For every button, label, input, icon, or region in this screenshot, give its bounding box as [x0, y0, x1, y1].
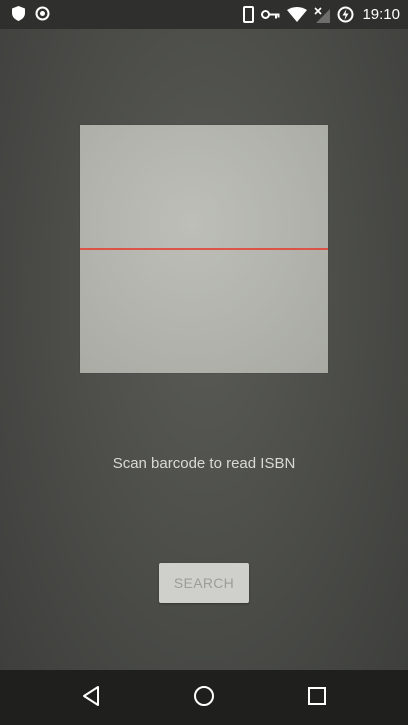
status-bar: 19:10 [0, 0, 408, 29]
home-button[interactable] [188, 682, 220, 714]
scan-line [80, 248, 328, 250]
camera-viewfinder [80, 125, 328, 373]
recents-icon [307, 686, 327, 711]
no-signal-icon [314, 6, 331, 23]
recents-button[interactable] [301, 682, 333, 714]
status-time: 19:10 [362, 6, 400, 23]
phone-icon [243, 6, 255, 23]
scan-hint-text: Scan barcode to read ISBN [112, 455, 296, 472]
back-button[interactable] [75, 682, 107, 714]
search-button[interactable]: SEARCH [159, 563, 249, 603]
target-icon [35, 6, 50, 21]
shield-icon [12, 6, 25, 21]
home-icon [193, 685, 215, 712]
navigation-bar [0, 670, 408, 725]
back-icon [81, 685, 101, 712]
scanner-screen: 19:10 Scan barcode to read ISBN SEARCH [0, 0, 408, 725]
key-icon [261, 9, 280, 20]
battery-charging-icon [337, 6, 354, 23]
wifi-icon [287, 7, 308, 22]
